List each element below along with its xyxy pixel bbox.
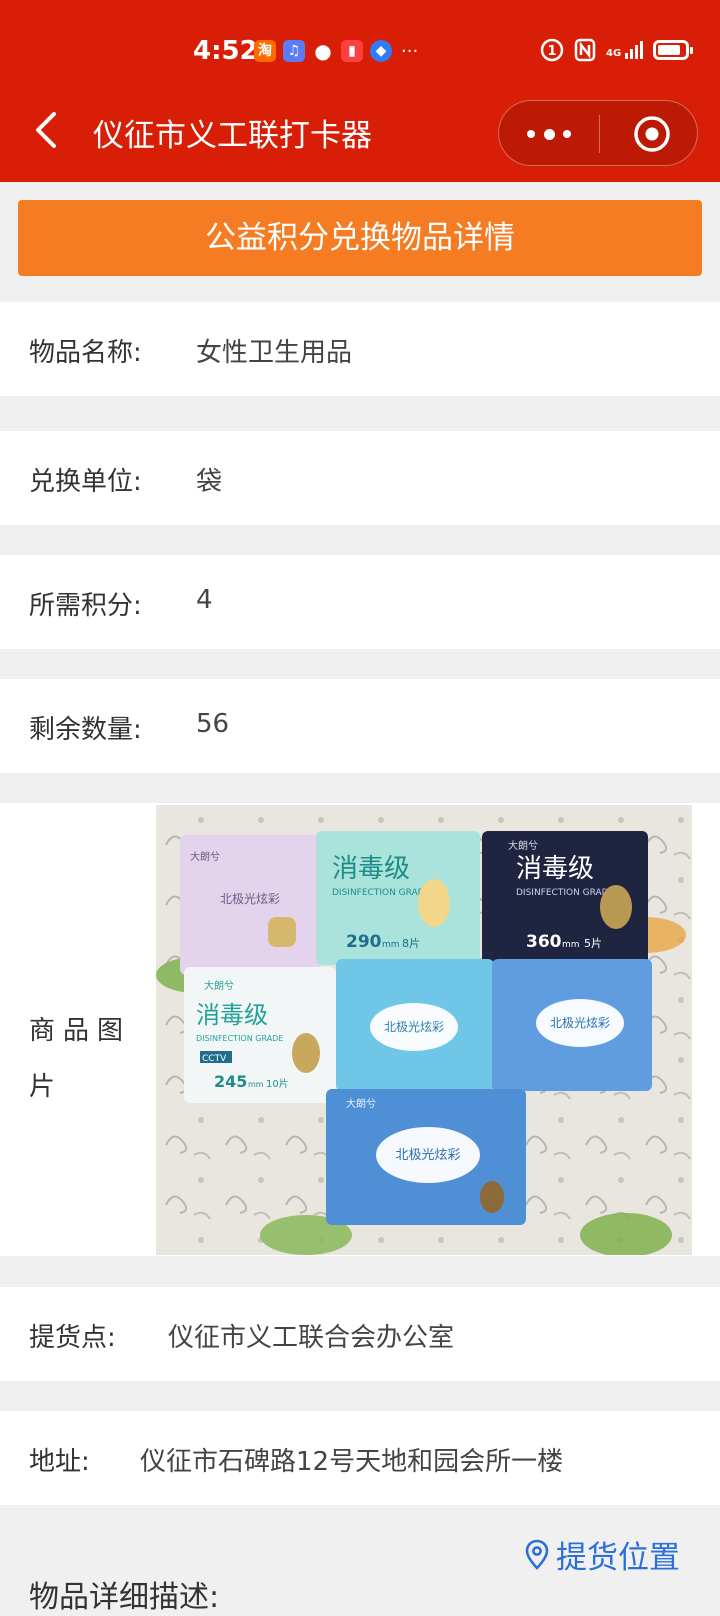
field-required-points: 所需积分: 4 bbox=[0, 555, 720, 649]
chat-icon: ● bbox=[314, 39, 332, 63]
pack-subtitle: DISINFECTION GRADE bbox=[516, 888, 615, 898]
product-pack: 大朗兮 消毒级 DISINFECTION GRADE CCTV 245 mm 1… bbox=[184, 967, 336, 1103]
field-label: 兑换单位: bbox=[29, 467, 142, 497]
field-remaining-quantity: 剩余数量: 56 bbox=[0, 679, 720, 773]
detail-description-title: 物品详细描述: bbox=[29, 1580, 220, 1615]
product-pack: 北极光炫彩 bbox=[336, 959, 494, 1091]
signal-icon: 4G bbox=[606, 41, 644, 59]
pack-subtitle: DISINFECTION GRADE bbox=[332, 888, 431, 898]
mini-program-capsule bbox=[498, 100, 698, 166]
field-value: 仪征市石碑路12号天地和园会所一楼 bbox=[140, 1447, 564, 1477]
pack-title: 消毒级 bbox=[196, 1001, 268, 1029]
system-icons: 1 4G bbox=[540, 38, 694, 62]
close-mini-program-icon[interactable] bbox=[633, 115, 671, 153]
svg-text:1: 1 bbox=[547, 44, 556, 59]
pack-count: 10片 bbox=[266, 1077, 289, 1090]
field-pickup-point: 提货点: 仪征市义工联合会办公室 bbox=[0, 1287, 720, 1381]
field-value: 女性卫生用品 bbox=[196, 338, 353, 368]
product-pack: 大朗兮 消毒级 DISINFECTION GRADE 360 mm 5片 bbox=[482, 831, 648, 965]
pack-size: 245 bbox=[214, 1072, 247, 1091]
pack-title: 北极光炫彩 bbox=[384, 1019, 444, 1034]
pack-title: 北极光炫彩 bbox=[395, 1147, 460, 1163]
pack-brand: 大朗兮 bbox=[508, 839, 538, 852]
field-value: 袋 bbox=[196, 467, 223, 497]
product-pack: 大朗兮 北极光炫彩 bbox=[180, 835, 320, 975]
product-image-row: 商品图片 大朗兮 北极光炫彩 消毒级 DISINFECTION GRADE 29… bbox=[0, 803, 720, 1256]
pack-title: 北极光炫彩 bbox=[220, 891, 280, 906]
field-label: 物品名称: bbox=[29, 338, 142, 368]
product-pack: 大朗兮 北极光炫彩 bbox=[326, 1089, 526, 1225]
app-header: 4:52 淘 ♫ ● ▮ ◆ ··· 1 4G 仪征市义工联打卡器 bbox=[0, 0, 720, 182]
page-title: 仪征市义工联打卡器 bbox=[93, 118, 372, 154]
book-icon: ▮ bbox=[341, 40, 363, 62]
field-label: 地址: bbox=[29, 1447, 90, 1477]
pack-extra: CCTV bbox=[202, 1054, 227, 1064]
pack-count: 5片 bbox=[584, 937, 602, 950]
pack-brand: 大朗兮 bbox=[190, 850, 220, 863]
pack-count: 8片 bbox=[402, 937, 420, 950]
pack-unit: mm bbox=[382, 940, 400, 950]
pack-unit: mm bbox=[562, 940, 580, 950]
notification-icons: 淘 ♫ ● ▮ ◆ ··· bbox=[254, 40, 418, 62]
section-banner: 公益积分兑换物品详情 bbox=[18, 200, 702, 276]
field-value: 56 bbox=[196, 709, 230, 739]
pack-subtitle: DISINFECTION GRADE bbox=[196, 1034, 283, 1043]
pickup-location-text: 提货位置 bbox=[556, 1540, 680, 1576]
more-notifications: ··· bbox=[401, 40, 419, 62]
field-value: 4 bbox=[196, 585, 213, 615]
pack-brand: 大朗兮 bbox=[204, 979, 234, 992]
leaf-decor bbox=[580, 1213, 672, 1255]
pack-title: 消毒级 bbox=[332, 854, 410, 884]
product-image-label: 商品图片 bbox=[29, 1016, 132, 1102]
bulb-icon: ◆ bbox=[370, 40, 392, 62]
taobao-icon: 淘 bbox=[254, 40, 276, 62]
pack-size: 360 bbox=[526, 932, 562, 952]
network-type: 4G bbox=[606, 48, 622, 59]
status-time: 4:52 bbox=[193, 36, 258, 66]
product-pack: 北极光炫彩 bbox=[492, 959, 652, 1091]
battery-icon bbox=[653, 40, 694, 60]
pack-size: 290 bbox=[346, 932, 382, 952]
field-label: 剩余数量: bbox=[29, 715, 142, 745]
pack-brand: 大朗兮 bbox=[346, 1097, 376, 1110]
pack-title: 北极光炫彩 bbox=[550, 1015, 610, 1030]
field-label: 提货点: bbox=[29, 1323, 116, 1353]
more-menu-icon[interactable] bbox=[527, 121, 571, 147]
music-icon: ♫ bbox=[283, 40, 305, 62]
field-address: 地址: 仪征市石碑路12号天地和园会所一楼 bbox=[0, 1411, 720, 1505]
field-label: 所需积分: bbox=[29, 591, 142, 621]
capsule-divider bbox=[599, 115, 600, 153]
field-value: 仪征市义工联合会办公室 bbox=[168, 1323, 455, 1353]
pack-title: 消毒级 bbox=[516, 854, 594, 884]
field-exchange-unit: 兑换单位: 袋 bbox=[0, 431, 720, 525]
product-pack: 消毒级 DISINFECTION GRADE 290 mm 8片 bbox=[316, 831, 480, 965]
location-pin-icon bbox=[525, 1539, 549, 1570]
product-photo[interactable]: 大朗兮 北极光炫彩 消毒级 DISINFECTION GRADE 290 mm … bbox=[156, 805, 692, 1255]
field-item-name: 物品名称: 女性卫生用品 bbox=[0, 302, 720, 396]
pack-unit: mm bbox=[248, 1080, 264, 1089]
pickup-location-link[interactable]: 提货位置 bbox=[524, 1532, 680, 1577]
back-arrow-icon[interactable] bbox=[28, 108, 68, 152]
nfc-icon bbox=[574, 38, 596, 62]
data-saver-icon: 1 bbox=[540, 38, 564, 62]
